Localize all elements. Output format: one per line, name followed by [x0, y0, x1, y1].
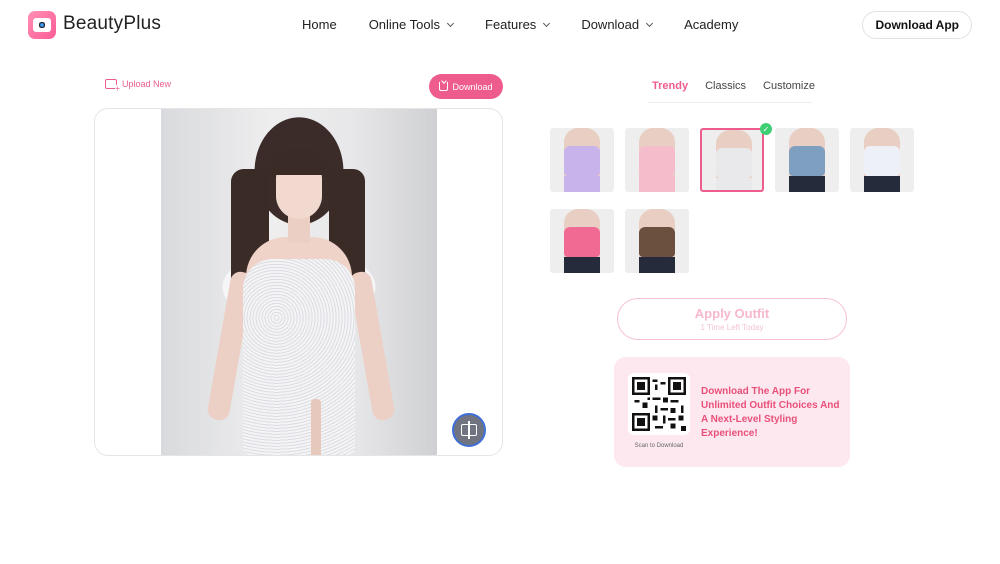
outfit-thumbnail-white-sequin-dress[interactable]: [700, 128, 764, 192]
selected-check-icon: ✓: [760, 123, 772, 135]
tab-trendy[interactable]: Trendy: [652, 80, 688, 100]
main-nav: Home Online Tools Features Download Acad…: [302, 17, 770, 32]
apply-remaining-label: 1 Time Left Today: [700, 323, 764, 332]
tab-customize[interactable]: Customize: [763, 80, 815, 100]
image-canvas: [94, 108, 503, 456]
nav-home[interactable]: Home: [302, 17, 337, 32]
outfit-thumbnail-brown-halter-top[interactable]: [625, 209, 689, 273]
apply-outfit-button[interactable]: Apply Outfit 1 Time Left Today: [617, 298, 847, 340]
outfit-thumbnail-pink-heart-top[interactable]: [550, 209, 614, 273]
qr-code-icon: [632, 377, 686, 431]
qr-caption: Scan to Download: [634, 443, 684, 449]
tab-classics[interactable]: Classics: [705, 80, 746, 100]
upload-folder-icon: [105, 79, 120, 93]
upload-new-button[interactable]: Upload New: [105, 79, 172, 93]
nav-online-tools[interactable]: Online Tools: [369, 17, 455, 32]
apply-outfit-label: Apply Outfit: [694, 306, 770, 321]
chevron-down-icon: [646, 19, 654, 27]
outfit-thumbnail-lavender-slip-dress[interactable]: [550, 128, 614, 192]
outfit-thumbnail-pink-satin-dress[interactable]: [625, 128, 689, 192]
promo-text: Download The App For Unlimited Outfit Ch…: [701, 386, 840, 439]
download-icon: [439, 82, 449, 91]
tabs-divider: [648, 102, 812, 103]
nav-academy[interactable]: Academy: [684, 17, 738, 32]
upload-new-label: Upload New: [122, 79, 172, 89]
brand-name[interactable]: BeautyPlus: [63, 13, 161, 35]
outfit-thumbnail-white-bralette-top[interactable]: [850, 128, 914, 192]
download-label: Download: [452, 81, 493, 92]
outfit-tabs: Trendy Classics Customize: [652, 80, 832, 100]
compare-icon: [461, 421, 477, 439]
compare-button[interactable]: [452, 413, 486, 447]
header: BeautyPlus Home Online Tools Features Do…: [0, 0, 1000, 50]
result-photo: [161, 109, 437, 455]
nav-download[interactable]: Download: [581, 17, 654, 32]
app-promo-card: Scan to Download Download The App For Un…: [614, 357, 850, 467]
nav-features[interactable]: Features: [485, 17, 551, 32]
qr-code: [628, 373, 690, 435]
download-button[interactable]: Download: [429, 74, 503, 99]
chevron-down-icon: [446, 19, 455, 27]
chevron-down-icon: [543, 19, 551, 27]
beautyplus-logo-icon[interactable]: [28, 11, 56, 39]
outfit-thumbnail-denim-corset-top[interactable]: [775, 128, 839, 192]
download-app-button[interactable]: Download App: [862, 11, 972, 39]
